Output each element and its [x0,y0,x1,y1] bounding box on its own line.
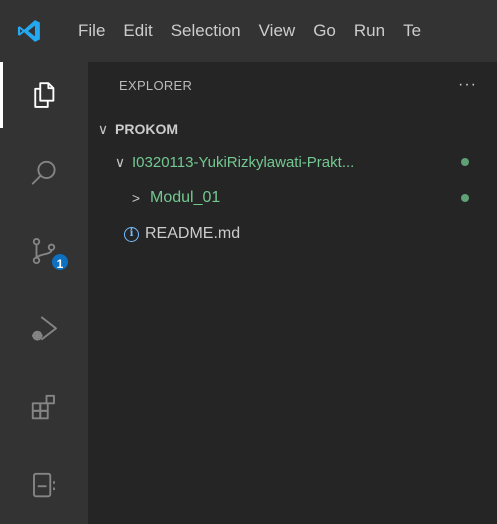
activity-extensions[interactable] [0,374,88,440]
readme-file-label: README.md [145,225,241,242]
menu-bar: File Edit Selection View Go Run Te [58,0,430,62]
modul-folder-label: Modul_01 [150,189,221,206]
tree-item-modul-01[interactable]: > Modul_01 [88,181,497,215]
modified-dot-icon [461,194,469,202]
more-actions-icon[interactable]: ··· [458,76,477,94]
activity-explorer[interactable] [0,62,88,128]
info-icon: i [124,226,139,242]
explorer-sidebar: EXPLORER ··· ∨ PROKOM ∨ I0320113-YukiRiz… [88,62,497,524]
activity-search[interactable] [0,140,88,206]
tree-item-project-folder[interactable]: ∨ I0320113-YukiRizkylawati-Prakt... [88,145,497,179]
remote-explorer-icon [33,472,55,498]
title-bar: File Edit Selection View Go Run Te [0,0,497,62]
extensions-icon [31,394,55,420]
chevron-down-icon: ∨ [97,120,109,137]
tree-root-prokom[interactable]: ∨ PROKOM [88,112,497,146]
activity-remote-explorer[interactable] [0,452,88,518]
activity-run-debug[interactable] [0,296,88,362]
tree-item-readme[interactable]: i README.md [88,217,497,251]
files-icon [34,82,55,108]
menu-selection[interactable]: Selection [162,0,250,62]
menu-terminal[interactable]: Te [394,0,430,62]
menu-file[interactable]: File [58,0,114,62]
chevron-right-icon: > [131,190,141,206]
menu-run[interactable]: Run [345,0,394,62]
menu-go[interactable]: Go [304,0,345,62]
activity-source-control[interactable]: 1 [0,218,88,284]
vscode-logo-icon[interactable] [0,0,58,62]
run-debug-icon [32,316,57,341]
menu-view[interactable]: View [250,0,305,62]
source-control-badge: 1 [50,252,70,272]
search-icon [31,160,56,185]
explorer-title: EXPLORER [119,77,193,93]
chevron-down-icon: ∨ [114,153,126,170]
menu-edit[interactable]: Edit [114,0,161,62]
modified-dot-icon [461,158,469,166]
root-label: PROKOM [115,121,178,137]
explorer-header: EXPLORER ··· [88,62,497,108]
activity-bar: 1 [0,62,88,524]
project-folder-label: I0320113-YukiRizkylawati-Prakt... [132,153,355,171]
